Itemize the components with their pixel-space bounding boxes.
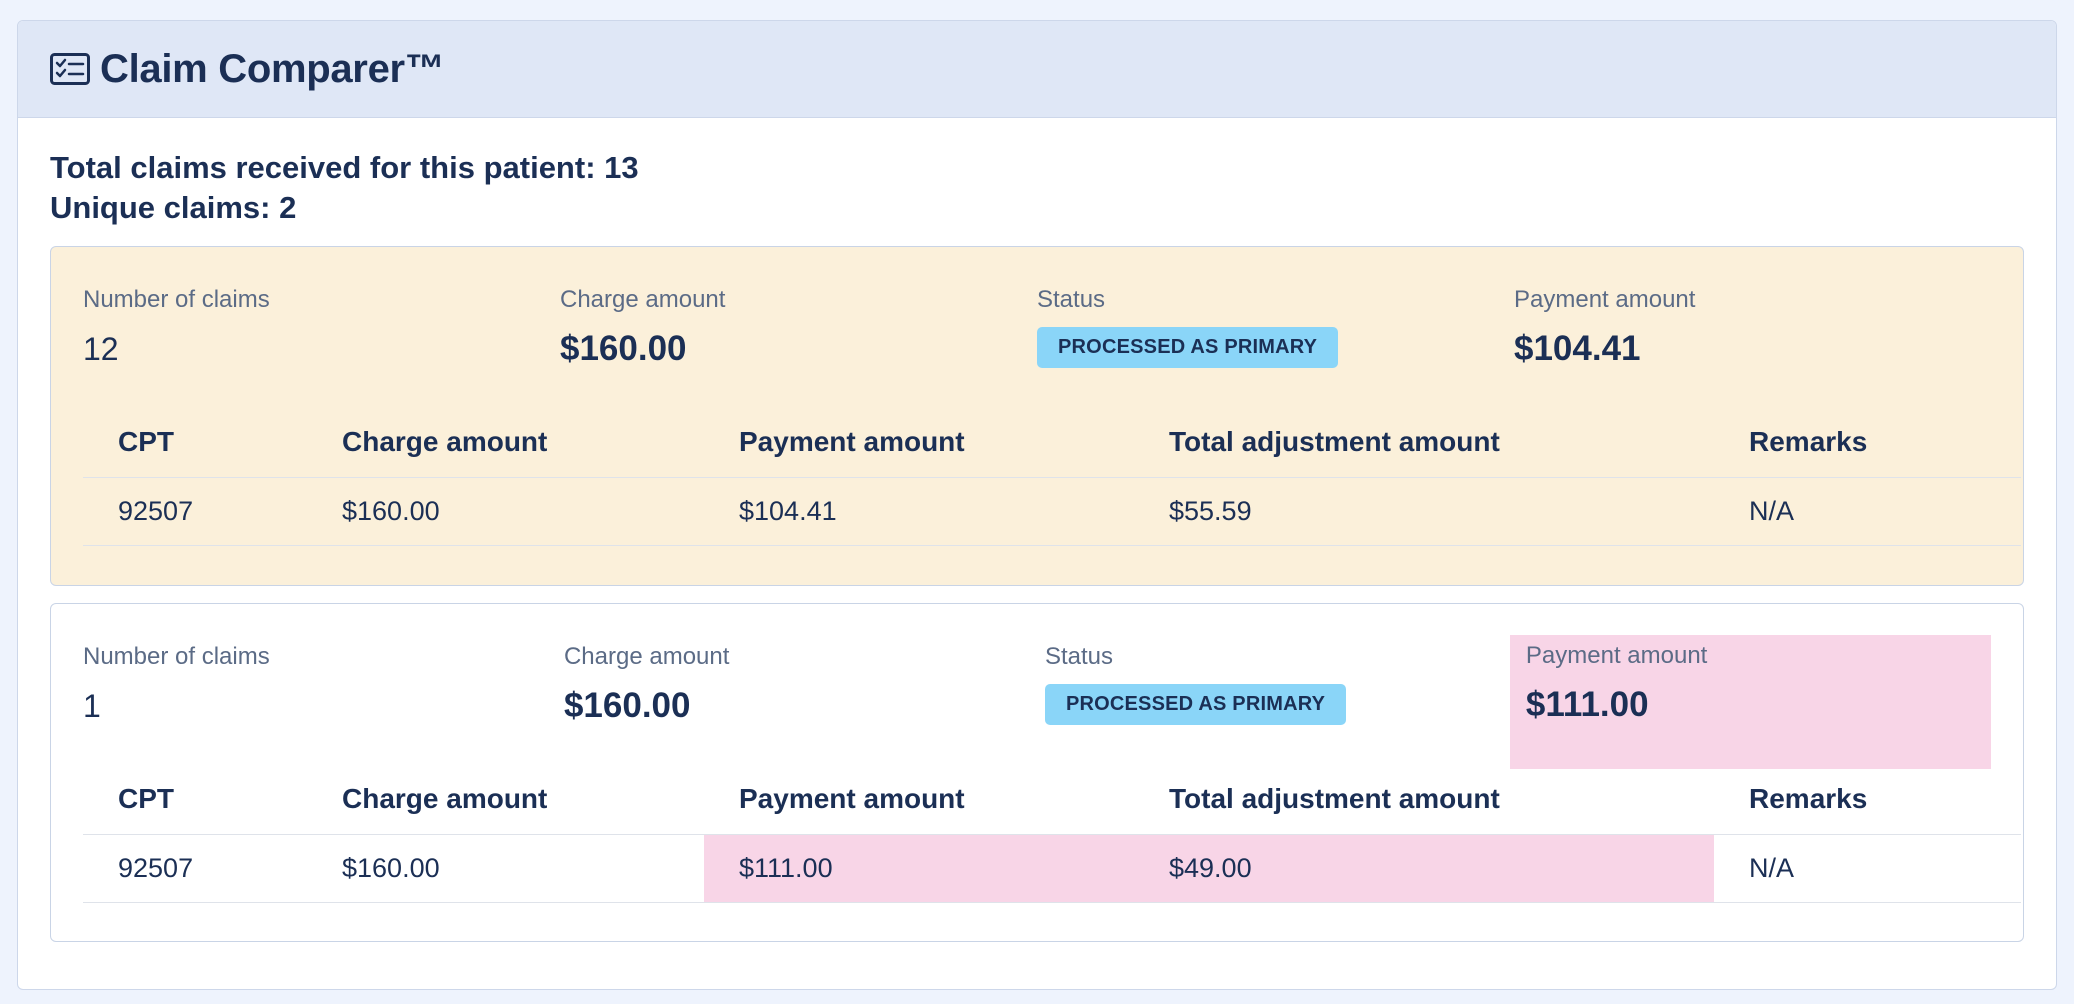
payment-cell-highlighted: $111.00 <box>704 834 1134 903</box>
table-header-row: CPT Charge amount Payment amount Total a… <box>83 765 2021 835</box>
cpt-cell: 92507 <box>83 834 307 903</box>
stat-label: Number of claims <box>83 286 270 313</box>
payment-amount-value: $104.41 <box>1514 329 1641 368</box>
payment-amount-stat-highlighted: Payment amount $111.00 <box>1509 635 1991 769</box>
remarks-cell: N/A <box>1714 477 2021 546</box>
claim-stats-row: Number of claims 1 Charge amount $160.00… <box>83 635 1991 769</box>
claim-lines-table: CPT Charge amount Payment amount Total a… <box>83 408 2021 546</box>
stat-label: Status <box>1044 643 1113 670</box>
adjustment-cell: $55.59 <box>1134 477 1714 546</box>
column-header-charge: Charge amount <box>307 765 704 835</box>
claim-count-stat: Number of claims 12 <box>83 279 560 408</box>
column-header-remarks: Remarks <box>1714 765 2021 835</box>
total-claims-summary: Total claims received for this patient: … <box>50 150 639 185</box>
status-stat: Status PROCESSED AS PRIMARY <box>1044 636 1526 765</box>
stat-label: Number of claims <box>83 643 270 670</box>
cpt-cell: 92507 <box>83 477 307 546</box>
column-header-payment: Payment amount <box>704 765 1134 835</box>
claim-lines-table: CPT Charge amount Payment amount Total a… <box>83 765 2021 903</box>
column-header-remarks: Remarks <box>1714 408 2021 478</box>
claim-count-value: 12 <box>83 331 119 367</box>
stat-label: Charge amount <box>563 643 730 670</box>
table-row: 92507 $160.00 $104.41 $55.59 N/A <box>83 477 2021 546</box>
unique-claims-summary: Unique claims: 2 <box>50 190 297 225</box>
stat-label: Status <box>1037 286 1106 313</box>
column-header-payment: Payment amount <box>704 408 1134 478</box>
payment-amount-stat: Payment amount $104.41 <box>1514 279 1991 408</box>
charge-cell: $160.00 <box>307 834 704 903</box>
checklist-card-icon <box>50 52 90 86</box>
column-header-adjustment: Total adjustment amount <box>1134 765 1714 835</box>
status-stat: Status PROCESSED AS PRIMARY <box>1037 279 1514 408</box>
column-header-charge: Charge amount <box>307 408 704 478</box>
panel-header: Claim Comparer™ <box>18 21 2056 118</box>
charge-amount-stat: Charge amount $160.00 <box>564 636 1045 765</box>
status-badge: PROCESSED AS PRIMARY <box>1044 684 1347 725</box>
claim-group-card: Number of claims 1 Charge amount $160.00… <box>50 603 2024 942</box>
payment-amount-value: $111.00 <box>1525 685 1649 724</box>
column-header-adjustment: Total adjustment amount <box>1134 408 1714 478</box>
stat-label: Payment amount <box>1525 642 1708 669</box>
charge-cell: $160.00 <box>307 477 704 546</box>
page-title: Claim Comparer™ <box>100 46 445 91</box>
remarks-cell: N/A <box>1714 834 2021 903</box>
stat-label: Payment amount <box>1514 286 1696 313</box>
charge-amount-stat: Charge amount $160.00 <box>560 279 1037 408</box>
status-badge: PROCESSED AS PRIMARY <box>1037 327 1339 368</box>
column-header-cpt: CPT <box>83 408 307 478</box>
adjustment-cell-highlighted: $49.00 <box>1134 834 1714 903</box>
charge-amount-value: $160.00 <box>560 329 687 368</box>
claim-count-stat: Number of claims 1 <box>83 636 564 765</box>
claim-stats-row: Number of claims 12 Charge amount $160.0… <box>83 279 1991 408</box>
payment-cell: $104.41 <box>704 477 1134 546</box>
charge-amount-value: $160.00 <box>563 686 691 725</box>
panel-body: Total claims received for this patient: … <box>18 118 2056 942</box>
table-header-row: CPT Charge amount Payment amount Total a… <box>83 408 2021 478</box>
table-row: 92507 $160.00 $111.00 $49.00 N/A <box>83 834 2021 903</box>
claim-comparer-panel: Claim Comparer™ Total claims received fo… <box>17 20 2057 990</box>
claim-count-value: 1 <box>83 688 101 724</box>
stat-label: Charge amount <box>560 286 726 313</box>
claim-group-card: Number of claims 12 Charge amount $160.0… <box>50 246 2024 586</box>
column-header-cpt: CPT <box>83 765 307 835</box>
